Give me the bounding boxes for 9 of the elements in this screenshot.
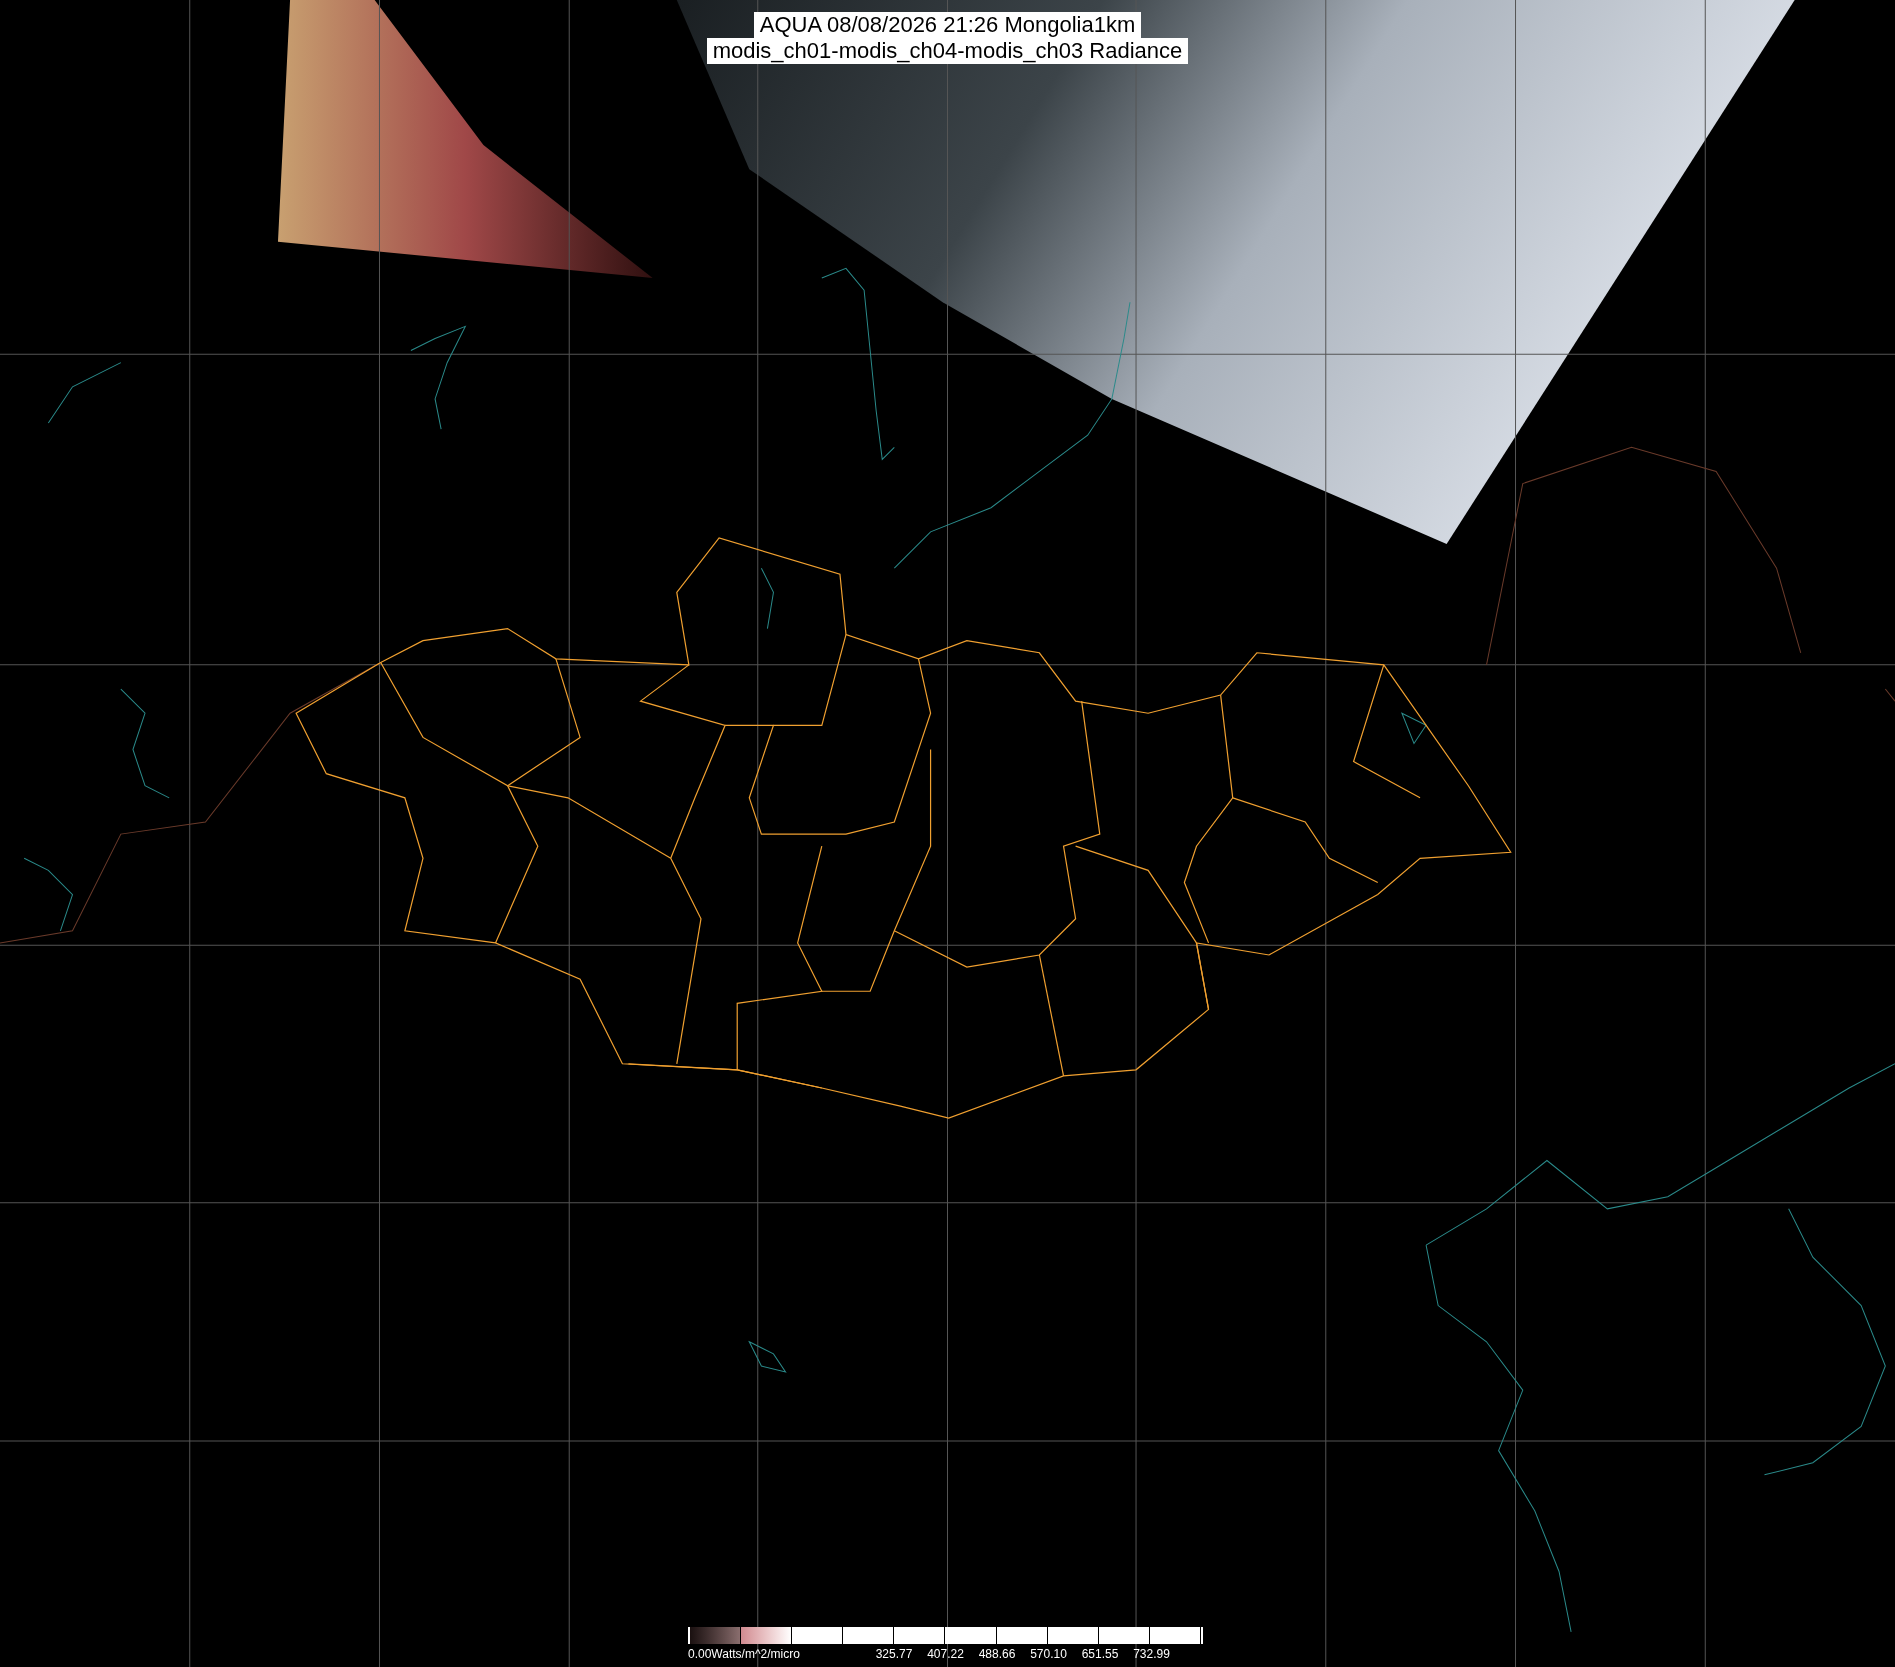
scale-tick-label: 570.10 [1030,1646,1067,1663]
scale-tick-label: 651.55 [1081,1646,1119,1663]
unit-label: 0.00Watts/m^2/micro [688,1646,800,1663]
scale-tick-label: 407.22 [927,1646,964,1663]
map-subtitle: modis_ch01-modis_ch04-modis_ch03 Radiance [706,38,1189,64]
scale-tick-label: 325.77 [875,1646,913,1663]
scale-tick-label: 732.99 [1133,1646,1170,1663]
scale-tick-label: 488.66 [978,1646,1016,1663]
map-title: AQUA 08/08/2026 21:26 Mongolia1km [753,12,1142,38]
